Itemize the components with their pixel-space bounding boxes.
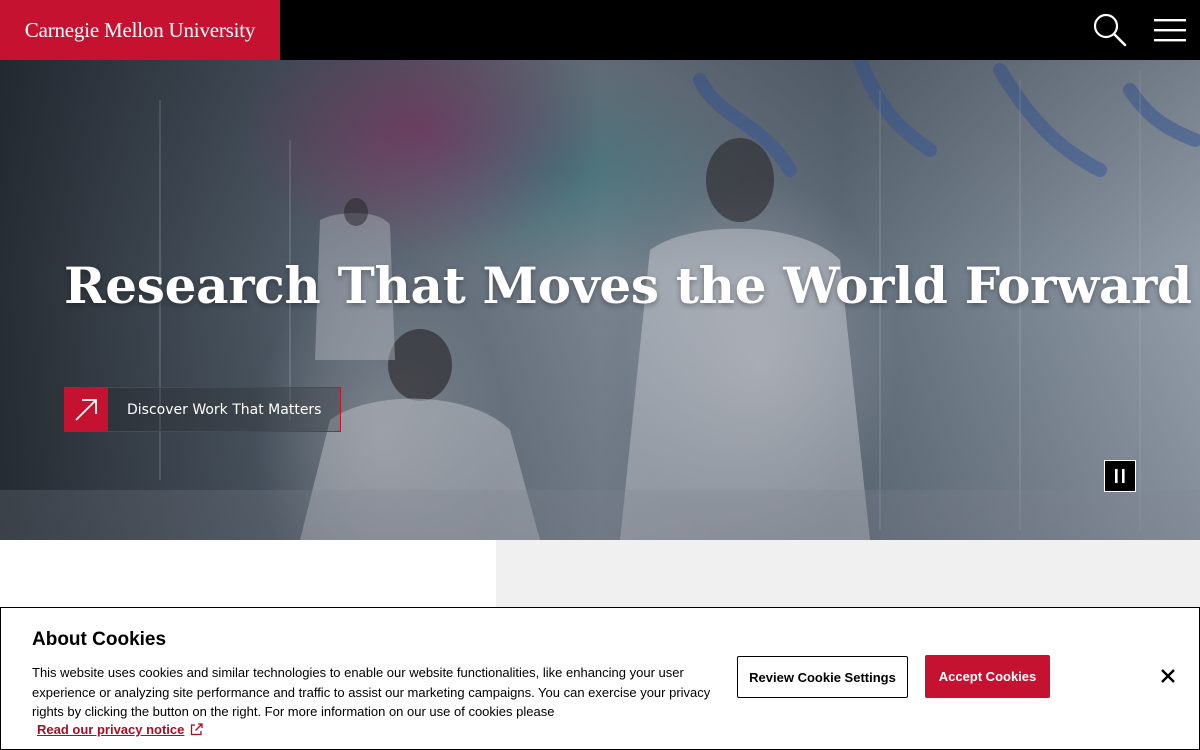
hamburger-menu-icon	[1154, 19, 1186, 42]
arrow-up-right-icon	[75, 398, 97, 421]
external-link-icon	[191, 723, 204, 736]
review-cookie-settings-button[interactable]: Review Cookie Settings	[737, 656, 908, 698]
top-navigation-bar: Carnegie Mellon University	[0, 0, 1200, 60]
close-cookie-banner-button[interactable]	[1157, 665, 1179, 687]
menu-button[interactable]	[1140, 0, 1200, 60]
cta-icon-box	[64, 387, 108, 432]
cookie-banner-text: This website uses cookies and similar te…	[32, 665, 711, 719]
pause-icon	[1115, 469, 1125, 483]
hero-video-banner: Research That Moves the World Forward Di…	[0, 60, 1200, 540]
privacy-notice-label: Read our privacy notice	[37, 722, 185, 737]
cookie-banner-title: About Cookies	[32, 629, 167, 650]
cmu-logo[interactable]: Carnegie Mellon University	[0, 0, 280, 60]
discover-work-button[interactable]: Discover Work That Matters	[64, 387, 342, 432]
cookie-banner: About Cookies This website uses cookies …	[0, 607, 1200, 750]
close-icon	[1161, 669, 1175, 683]
accept-cookies-button[interactable]: Accept Cookies	[925, 655, 1050, 698]
privacy-notice-link[interactable]: Read our privacy notice	[37, 722, 204, 737]
search-button[interactable]	[1080, 0, 1140, 60]
pause-video-button[interactable]	[1104, 460, 1136, 492]
logo-text: Carnegie Mellon University	[24, 17, 256, 42]
search-icon	[1093, 13, 1127, 47]
cta-label: Discover Work That Matters	[108, 387, 342, 432]
hero-title: Research That Moves the World Forward	[64, 256, 1192, 315]
